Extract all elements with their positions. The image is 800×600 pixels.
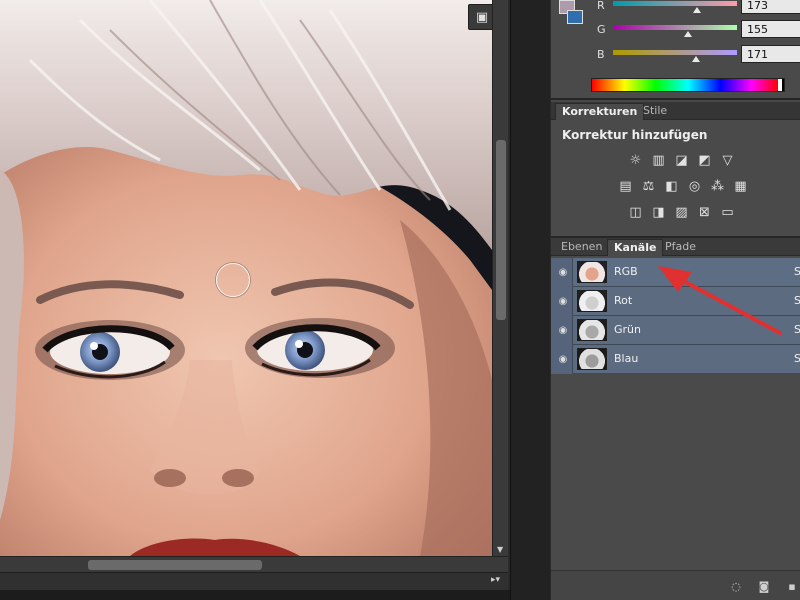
panel-dock: R 173 G 155 B 171 Korrekturen Stile Korr… xyxy=(550,0,800,600)
channel-shortcut: S xyxy=(794,323,800,336)
horizontal-scroll-thumb[interactable] xyxy=(88,560,262,570)
channel-name: Rot xyxy=(614,294,633,307)
horizontal-scrollbar[interactable] xyxy=(0,556,508,572)
channel-label: R xyxy=(597,0,605,12)
posterize-icon[interactable]: ◨ xyxy=(650,204,667,221)
channel-label: B xyxy=(597,48,605,61)
channel-thumbnail xyxy=(577,319,607,341)
tab-korrekturen[interactable]: Korrekturen xyxy=(555,103,645,120)
color-slider-b: B 171 xyxy=(551,45,800,67)
channels-panel: Ebenen Kanäle Pfade ◉ RGB S ◉ Rot S ◉ Gr… xyxy=(551,238,800,600)
channel-thumbnail xyxy=(577,290,607,312)
channel-name: Blau xyxy=(614,352,639,365)
eye-icon: ◉ xyxy=(558,353,568,365)
adjustments-heading: Korrektur hinzufügen xyxy=(562,128,708,142)
photo-filter-icon[interactable]: ◎ xyxy=(686,178,703,195)
vertical-scrollbar[interactable]: ▼ xyxy=(492,0,508,556)
channel-shortcut: S xyxy=(794,352,800,365)
tab-pfade[interactable]: Pfade xyxy=(659,239,702,256)
channel-value-input[interactable]: 171 xyxy=(741,45,800,63)
channel-name: RGB xyxy=(614,265,638,278)
channel-value-input[interactable]: 155 xyxy=(741,20,800,38)
channels-tabbar: Ebenen Kanäle Pfade xyxy=(551,238,800,256)
channel-row-rot[interactable]: ◉ Rot S xyxy=(551,287,800,316)
gradient-map-icon[interactable]: ▭ xyxy=(719,204,736,221)
tab-ebenen[interactable]: Ebenen xyxy=(555,239,608,256)
channel-shortcut: S xyxy=(794,265,800,278)
channel-thumbnail xyxy=(577,348,607,370)
channel-row-blau[interactable]: ◉ Blau S xyxy=(551,345,800,374)
visibility-toggle[interactable]: ◉ xyxy=(551,316,573,345)
channel-row-gruen[interactable]: ◉ Grün S xyxy=(551,316,800,345)
invert-icon[interactable]: ◫ xyxy=(627,204,644,221)
slider-knob[interactable] xyxy=(684,31,693,37)
channel-list: ◉ RGB S ◉ Rot S ◉ Grün S ◉ Blau S xyxy=(551,258,800,374)
panels-icon: ▣ xyxy=(475,9,489,25)
visibility-toggle[interactable]: ◉ xyxy=(551,287,573,316)
adjustment-icon-row-1: ☼ ▥ ◪ ◩ ▽ xyxy=(627,152,736,170)
eye-icon: ◉ xyxy=(558,266,568,278)
color-slider-g: G 155 xyxy=(551,20,800,42)
vertical-scroll-thumb[interactable] xyxy=(496,140,506,320)
tab-kanaele[interactable]: Kanäle xyxy=(607,239,664,256)
hue-saturation-icon[interactable]: ▤ xyxy=(617,178,634,195)
portrait-photo[interactable]: ▣ xyxy=(0,0,492,556)
slider-track[interactable] xyxy=(613,25,737,30)
channel-name: Grün xyxy=(614,323,641,336)
visibility-toggle[interactable]: ◉ xyxy=(551,258,573,287)
color-panel: R 173 G 155 B 171 xyxy=(551,0,800,100)
brush-cursor xyxy=(216,263,250,297)
document-canvas-area[interactable]: ▣ ▼ ▸▾ xyxy=(0,0,510,600)
adjustments-panel: Korrekturen Stile Korrektur hinzufügen ☼… xyxy=(551,102,800,238)
adjustments-tabbar: Korrekturen Stile xyxy=(551,102,800,120)
status-bar: ▸▾ xyxy=(0,572,508,590)
channel-thumbnail xyxy=(577,261,607,283)
status-menu-icon[interactable]: ▸▾ xyxy=(491,575,500,585)
save-selection-icon[interactable]: ◙ xyxy=(757,579,771,593)
channel-label: G xyxy=(597,23,606,36)
new-channel-icon[interactable]: ▪ xyxy=(785,579,799,593)
brightness-icon[interactable]: ☼ xyxy=(627,152,644,169)
vibrance-icon[interactable]: ▽ xyxy=(719,152,736,169)
adjustment-icon-row-3: ◫ ◨ ▨ ⊠ ▭ xyxy=(627,204,736,222)
panel-dock-gap xyxy=(510,0,550,600)
slider-track[interactable] xyxy=(613,1,737,6)
scroll-down-icon[interactable]: ▼ xyxy=(497,545,503,554)
channels-footer: ◌ ◙ ▪ xyxy=(551,570,800,600)
tab-stile[interactable]: Stile xyxy=(637,103,673,120)
levels-icon[interactable]: ▥ xyxy=(650,152,667,169)
slider-knob[interactable] xyxy=(692,56,701,62)
window-bottom-edge xyxy=(0,590,510,600)
exposure-icon[interactable]: ◩ xyxy=(696,152,713,169)
eye-icon: ◉ xyxy=(558,324,568,336)
channel-mixer-icon[interactable]: ⁂ xyxy=(709,178,726,195)
slider-track[interactable] xyxy=(613,50,737,55)
selective-color-icon[interactable]: ⊠ xyxy=(696,204,713,221)
channel-value-input[interactable]: 173 xyxy=(741,0,800,14)
color-spectrum-bar[interactable] xyxy=(591,78,785,92)
color-slider-r: R 173 xyxy=(551,0,800,18)
eye-icon: ◉ xyxy=(558,295,568,307)
load-selection-icon[interactable]: ◌ xyxy=(729,579,743,593)
curves-icon[interactable]: ◪ xyxy=(673,152,690,169)
channel-row-rgb[interactable]: ◉ RGB S xyxy=(551,258,800,287)
slider-knob[interactable] xyxy=(693,7,702,13)
panel-toggle-button[interactable]: ▣ xyxy=(468,4,492,30)
visibility-toggle[interactable]: ◉ xyxy=(551,345,573,374)
channel-shortcut: S xyxy=(794,294,800,307)
adjustment-icon-row-2: ▤ ⚖ ◧ ◎ ⁂ ▦ xyxy=(617,178,749,196)
color-balance-icon[interactable]: ⚖ xyxy=(640,178,657,195)
color-lookup-icon[interactable]: ▦ xyxy=(732,178,749,195)
black-white-icon[interactable]: ◧ xyxy=(663,178,680,195)
threshold-icon[interactable]: ▨ xyxy=(673,204,690,221)
